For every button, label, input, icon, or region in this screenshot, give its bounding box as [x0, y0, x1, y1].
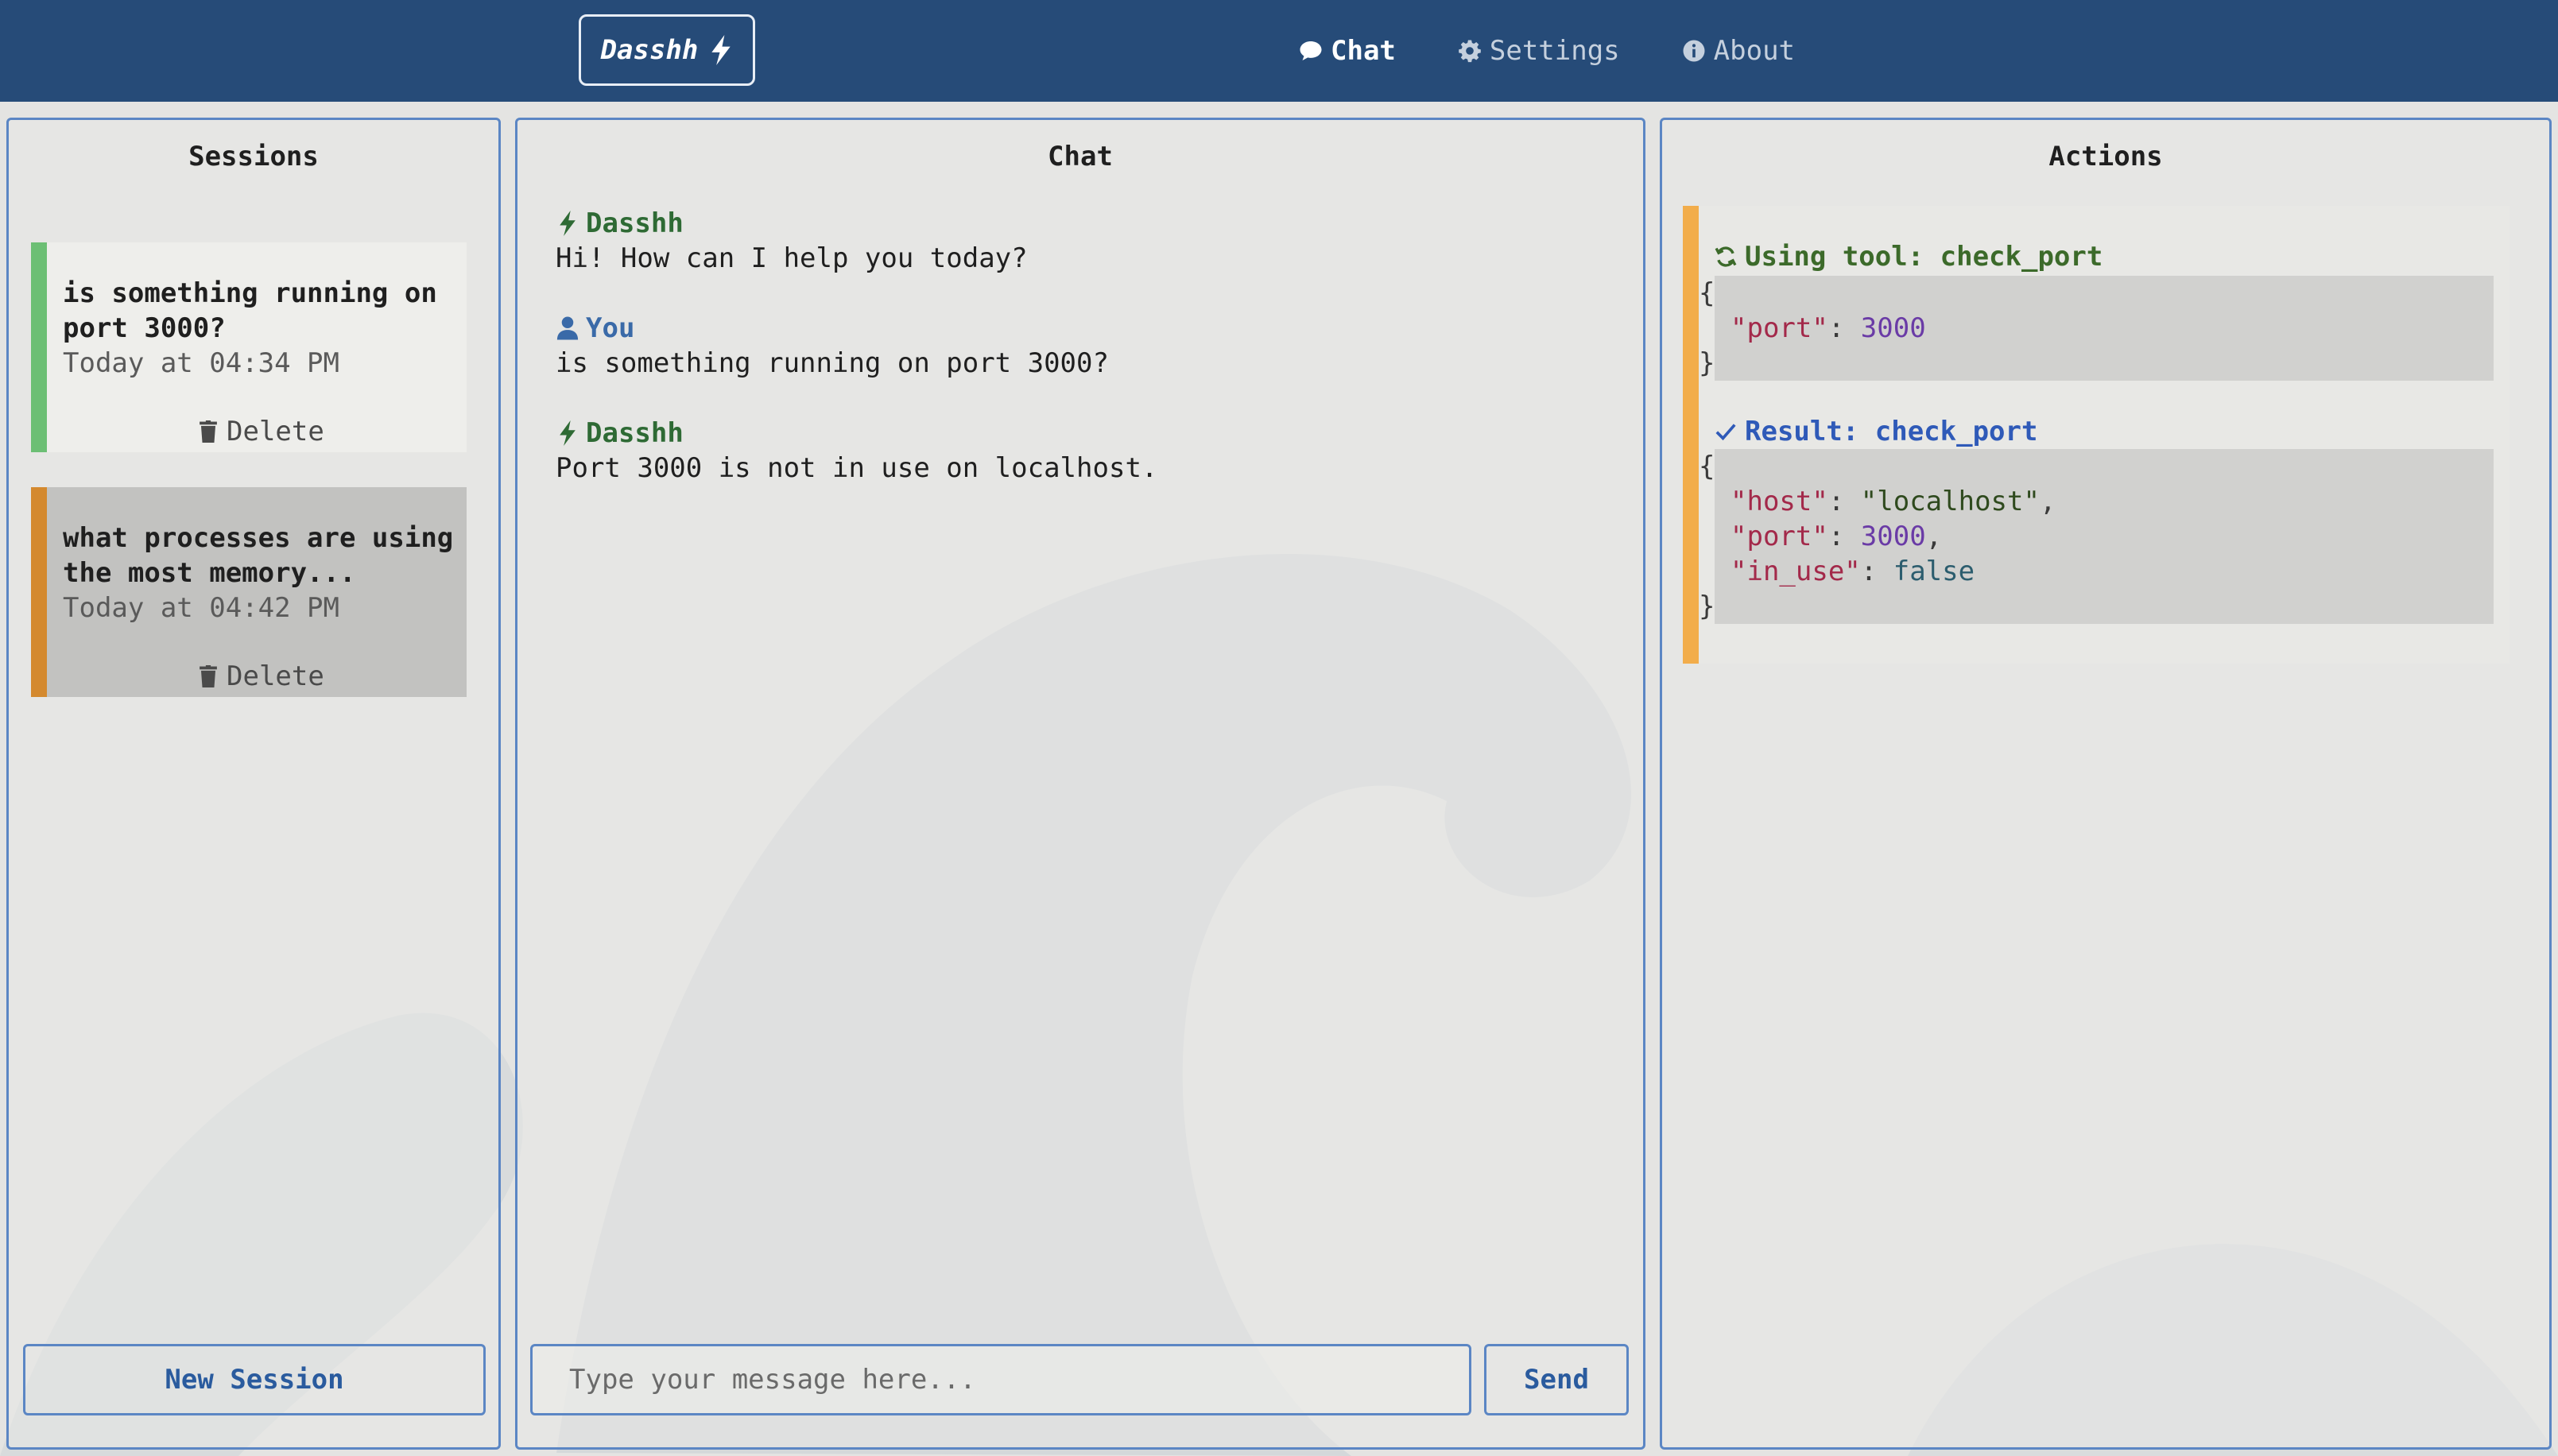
json-colon: : — [1860, 556, 1893, 587]
sender-name: Dasshh — [586, 207, 684, 239]
sessions-panel: Sessions is something running on port 30… — [6, 118, 501, 1450]
tool-result-label: Result: check_port — [1745, 416, 2038, 447]
json-colon: : — [1827, 521, 1861, 552]
sessions-panel-title: Sessions — [188, 141, 319, 172]
delete-session-label: Delete — [227, 416, 324, 447]
user-icon — [556, 316, 579, 340]
delete-session-label: Delete — [227, 660, 324, 692]
nav-tab-settings-label: Settings — [1489, 35, 1620, 67]
json-brace-open: { — [1699, 451, 1715, 482]
tool-args-code: { "port": 3000 } — [1699, 276, 2494, 381]
chat-panel: Chat Dasshh Hi! How can I help you today… — [515, 118, 1645, 1450]
lightning-bolt-icon — [560, 420, 576, 446]
json-comma: , — [1925, 521, 1943, 552]
new-session-button[interactable]: New Session — [23, 1344, 486, 1415]
trash-icon — [200, 665, 217, 687]
tool-call-label: Using tool: check_port — [1745, 241, 2103, 273]
json-comma: , — [2039, 486, 2056, 517]
session-title: what processes are using the most memory… — [63, 522, 454, 589]
nav-tab-about-label: About — [1713, 35, 1796, 67]
action-entry: Using tool: check_port { "port": 3000 } … — [1683, 206, 2510, 664]
chat-message: You is something running on port 3000? — [556, 311, 1109, 381]
tool-call-header: Using tool: check_port — [1715, 239, 2103, 274]
info-icon — [1683, 40, 1705, 62]
json-key: "port" — [1731, 521, 1828, 552]
message-text: Port 3000 is not in use on localhost. — [556, 452, 1158, 484]
lightning-bolt-icon — [560, 211, 576, 236]
message-input[interactable] — [530, 1344, 1471, 1415]
message-text: Hi! How can I help you today? — [556, 242, 1028, 274]
session-item[interactable]: is something running on port 3000? Today… — [31, 242, 467, 452]
json-key: "port" — [1731, 312, 1828, 344]
sender-name: You — [586, 312, 635, 344]
json-brace-close: } — [1699, 347, 1715, 379]
json-brace-open: { — [1699, 277, 1715, 309]
chat-panel-title: Chat — [1048, 141, 1113, 172]
trash-icon — [200, 420, 217, 443]
json-colon: : — [1827, 312, 1861, 344]
actions-panel: Actions Using tool: check_port { "port":… — [1660, 118, 2552, 1450]
json-key: "host" — [1731, 486, 1828, 517]
nav-tab-chat-label: Chat — [1331, 35, 1396, 67]
json-number: 3000 — [1860, 312, 1926, 344]
json-key: "in_use" — [1731, 556, 1861, 587]
actions-panel-title: Actions — [2048, 141, 2163, 172]
gear-icon — [1459, 40, 1481, 63]
nav-tab-chat[interactable]: Chat — [1299, 35, 1396, 67]
top-navigation-bar: Dasshh Chat Settings About — [0, 0, 2558, 102]
session-timestamp: Today at 04:34 PM — [63, 347, 339, 379]
brand-name: Dasshh — [600, 34, 699, 66]
delete-session-button[interactable]: Delete — [200, 660, 324, 692]
brand-logo-button[interactable]: Dasshh — [579, 14, 755, 86]
delete-session-button[interactable]: Delete — [200, 416, 324, 447]
json-string: "localhost" — [1860, 486, 2040, 517]
sender-name: Dasshh — [586, 417, 684, 449]
chat-bubble-icon — [1300, 41, 1322, 60]
json-colon: : — [1827, 486, 1861, 517]
message-sender: Dasshh — [556, 206, 1028, 241]
message-sender: Dasshh — [556, 416, 1157, 451]
send-button[interactable]: Send — [1484, 1344, 1629, 1415]
chat-message: Dasshh Port 3000 is not in use on localh… — [556, 416, 1157, 486]
session-item[interactable]: what processes are using the most memory… — [31, 487, 467, 697]
nav-tab-settings[interactable]: Settings — [1458, 35, 1620, 67]
json-brace-close: } — [1699, 591, 1715, 622]
chat-message: Dasshh Hi! How can I help you today? — [556, 206, 1028, 276]
message-sender: You — [556, 311, 1109, 346]
tool-result-code: { "host": "localhost", "port": 3000, "in… — [1699, 449, 2494, 624]
checkmark-icon — [1715, 424, 1736, 441]
lightning-bolt-icon — [711, 35, 731, 65]
session-title: is something running on port 3000? — [63, 277, 437, 344]
message-text: is something running on port 3000? — [556, 347, 1109, 379]
main-nav: Chat Settings About — [1299, 0, 1795, 102]
nav-tab-about[interactable]: About — [1682, 35, 1795, 67]
refresh-icon — [1715, 246, 1737, 267]
tool-result-header: Result: check_port — [1715, 414, 2037, 449]
session-timestamp: Today at 04:42 PM — [63, 592, 339, 624]
json-number: 3000 — [1860, 521, 1926, 552]
json-boolean: false — [1893, 556, 1975, 587]
